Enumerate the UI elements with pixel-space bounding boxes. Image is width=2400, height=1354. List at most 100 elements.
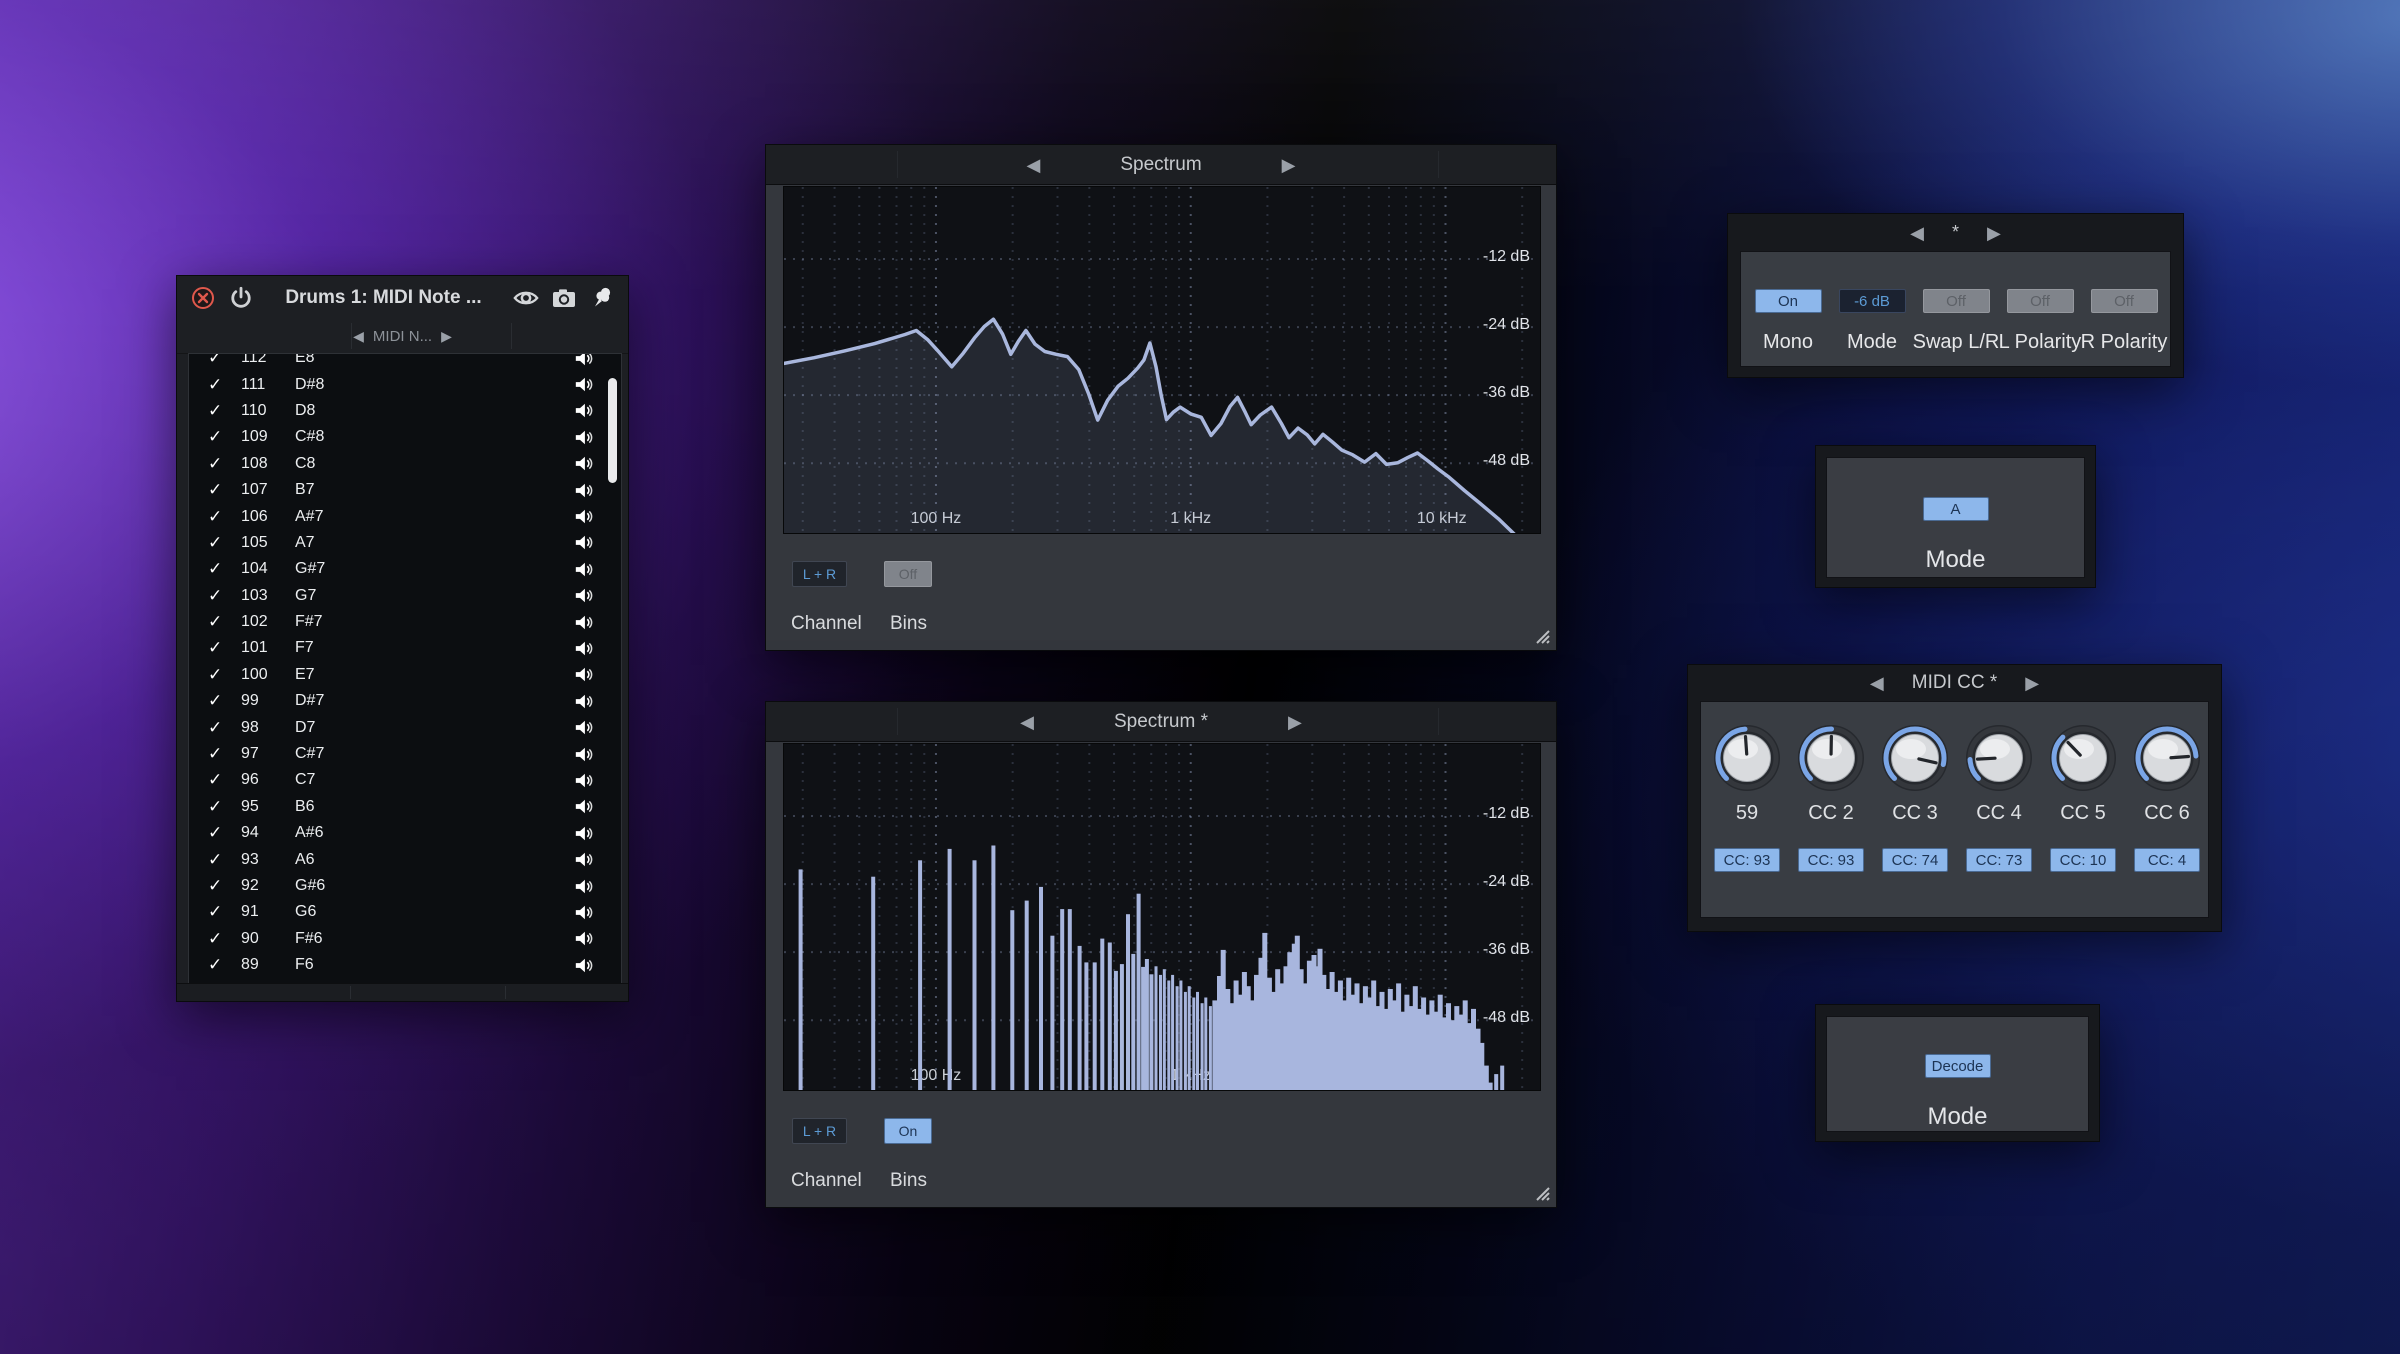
spectrum-header[interactable]: ◀ Spectrum ▶ xyxy=(766,145,1556,185)
note-enabled-check-icon[interactable]: ✓ xyxy=(208,507,230,527)
cc-knob[interactable] xyxy=(1709,720,1785,801)
cc-assign-button[interactable]: CC: 4 xyxy=(2134,848,2200,872)
speaker-icon[interactable] xyxy=(574,376,594,393)
note-list-row[interactable]: ✓106A#7 xyxy=(189,503,621,529)
speaker-icon[interactable] xyxy=(574,746,594,763)
camera-icon[interactable] xyxy=(550,284,578,312)
note-list-row[interactable]: ✓90F#6 xyxy=(189,926,621,952)
resize-handle[interactable] xyxy=(1530,624,1550,644)
speaker-icon[interactable] xyxy=(574,693,594,710)
bins-toggle-button[interactable]: Off xyxy=(884,561,932,587)
note-list-row[interactable]: ✓92G#6 xyxy=(189,873,621,899)
note-list-row[interactable]: ✓99D#7 xyxy=(189,688,621,714)
prev-page-arrow-icon[interactable]: ◀ xyxy=(1910,224,1924,242)
prev-page-arrow-icon[interactable]: ◀ xyxy=(1020,713,1034,731)
tool-param-button[interactable]: Off xyxy=(2091,289,2158,313)
next-page-arrow-icon[interactable]: ▶ xyxy=(1987,224,2001,242)
tool-param-button[interactable]: Off xyxy=(2007,289,2074,313)
speaker-icon[interactable] xyxy=(574,455,594,472)
note-enabled-check-icon[interactable]: ✓ xyxy=(208,638,230,658)
speaker-icon[interactable] xyxy=(574,957,594,974)
note-enabled-check-icon[interactable]: ✓ xyxy=(208,401,230,421)
note-list-row[interactable]: ✓111D#8 xyxy=(189,371,621,397)
note-list-row[interactable]: ✓97C#7 xyxy=(189,741,621,767)
note-list-row[interactable]: ✓105A7 xyxy=(189,530,621,556)
midi-cc-header[interactable]: ◀ MIDI CC * ▶ xyxy=(1688,665,2221,701)
next-page-arrow-icon[interactable]: ▶ xyxy=(2025,674,2039,692)
note-enabled-check-icon[interactable]: ✓ xyxy=(208,902,230,922)
midi-window-titlebar[interactable]: Drums 1: MIDI Note ... xyxy=(177,276,628,319)
tool-param-button[interactable]: Off xyxy=(1923,289,1990,313)
note-list-row[interactable]: ✓95B6 xyxy=(189,794,621,820)
speaker-icon[interactable] xyxy=(574,772,594,789)
mode-value-button[interactable]: A xyxy=(1923,497,1989,521)
note-enabled-check-icon[interactable]: ✓ xyxy=(208,612,230,632)
cc-knob[interactable] xyxy=(1877,720,1953,801)
note-list-row[interactable]: ✓94A#6 xyxy=(189,820,621,846)
device-nav-label[interactable]: MIDI N... xyxy=(373,328,432,345)
note-enabled-check-icon[interactable]: ✓ xyxy=(208,797,230,817)
note-enabled-check-icon[interactable]: ✓ xyxy=(208,929,230,949)
speaker-icon[interactable] xyxy=(574,640,594,657)
bins-toggle-button[interactable]: On xyxy=(884,1118,932,1144)
note-list-row[interactable]: ✓112E8 xyxy=(189,353,621,371)
note-enabled-check-icon[interactable]: ✓ xyxy=(208,876,230,896)
prev-page-arrow-icon[interactable]: ◀ xyxy=(1027,156,1041,174)
cc-knob[interactable] xyxy=(2045,720,2121,801)
speaker-icon[interactable] xyxy=(574,482,594,499)
note-list-row[interactable]: ✓110D8 xyxy=(189,398,621,424)
note-list-row[interactable]: ✓107B7 xyxy=(189,477,621,503)
speaker-icon[interactable] xyxy=(574,614,594,631)
note-enabled-check-icon[interactable]: ✓ xyxy=(208,533,230,553)
channel-mode-button[interactable]: L + R xyxy=(792,561,847,587)
note-enabled-check-icon[interactable]: ✓ xyxy=(208,823,230,843)
note-enabled-check-icon[interactable]: ✓ xyxy=(208,718,230,738)
speaker-icon[interactable] xyxy=(574,534,594,551)
note-enabled-check-icon[interactable]: ✓ xyxy=(208,770,230,790)
note-enabled-check-icon[interactable]: ✓ xyxy=(208,559,230,579)
note-enabled-check-icon[interactable]: ✓ xyxy=(208,691,230,711)
channel-mode-button[interactable]: L + R xyxy=(792,1118,847,1144)
note-enabled-check-icon[interactable]: ✓ xyxy=(208,480,230,500)
speaker-icon[interactable] xyxy=(574,878,594,895)
speaker-icon[interactable] xyxy=(574,429,594,446)
mode-value-button[interactable]: Decode xyxy=(1925,1054,1991,1078)
speaker-icon[interactable] xyxy=(574,587,594,604)
note-list-row[interactable]: ✓98D7 xyxy=(189,714,621,740)
note-list-row[interactable]: ✓102F#7 xyxy=(189,609,621,635)
spectrum-star-header[interactable]: ◀ Spectrum * ▶ xyxy=(766,702,1556,742)
next-page-arrow-icon[interactable]: ▶ xyxy=(1288,713,1302,731)
note-enabled-check-icon[interactable]: ✓ xyxy=(208,454,230,474)
note-list-row[interactable]: ✓103G7 xyxy=(189,583,621,609)
close-icon[interactable] xyxy=(189,284,217,312)
note-list-row[interactable]: ✓109C#8 xyxy=(189,424,621,450)
speaker-icon[interactable] xyxy=(574,904,594,921)
note-enabled-check-icon[interactable]: ✓ xyxy=(208,744,230,764)
cc-assign-button[interactable]: CC: 93 xyxy=(1714,848,1780,872)
note-enabled-check-icon[interactable]: ✓ xyxy=(208,850,230,870)
note-list-row[interactable]: ✓104G#7 xyxy=(189,556,621,582)
speaker-icon[interactable] xyxy=(574,561,594,578)
cc-assign-button[interactable]: CC: 93 xyxy=(1798,848,1864,872)
cc-knob[interactable] xyxy=(1793,720,1869,801)
note-enabled-check-icon[interactable]: ✓ xyxy=(208,427,230,447)
speaker-icon[interactable] xyxy=(574,402,594,419)
note-list-row[interactable]: ✓108C8 xyxy=(189,451,621,477)
cc-knob[interactable] xyxy=(2129,720,2205,801)
next-device-arrow-icon[interactable]: ▶ xyxy=(441,329,452,343)
note-enabled-check-icon[interactable]: ✓ xyxy=(208,955,230,975)
speaker-icon[interactable] xyxy=(574,930,594,947)
resize-handle[interactable] xyxy=(1530,1181,1550,1201)
note-list-row[interactable]: ✓96C7 xyxy=(189,767,621,793)
tool-param-button[interactable]: -6 dB xyxy=(1839,289,1906,313)
speaker-icon[interactable] xyxy=(574,353,594,367)
note-list-row[interactable]: ✓93A6 xyxy=(189,846,621,872)
tool-param-button[interactable]: On xyxy=(1755,289,1822,313)
speaker-icon[interactable] xyxy=(574,719,594,736)
note-enabled-check-icon[interactable]: ✓ xyxy=(208,353,230,368)
power-icon[interactable] xyxy=(227,284,255,312)
cc-assign-button[interactable]: CC: 10 xyxy=(2050,848,2116,872)
note-enabled-check-icon[interactable]: ✓ xyxy=(208,375,230,395)
cc-assign-button[interactable]: CC: 73 xyxy=(1966,848,2032,872)
prev-page-arrow-icon[interactable]: ◀ xyxy=(1870,674,1884,692)
